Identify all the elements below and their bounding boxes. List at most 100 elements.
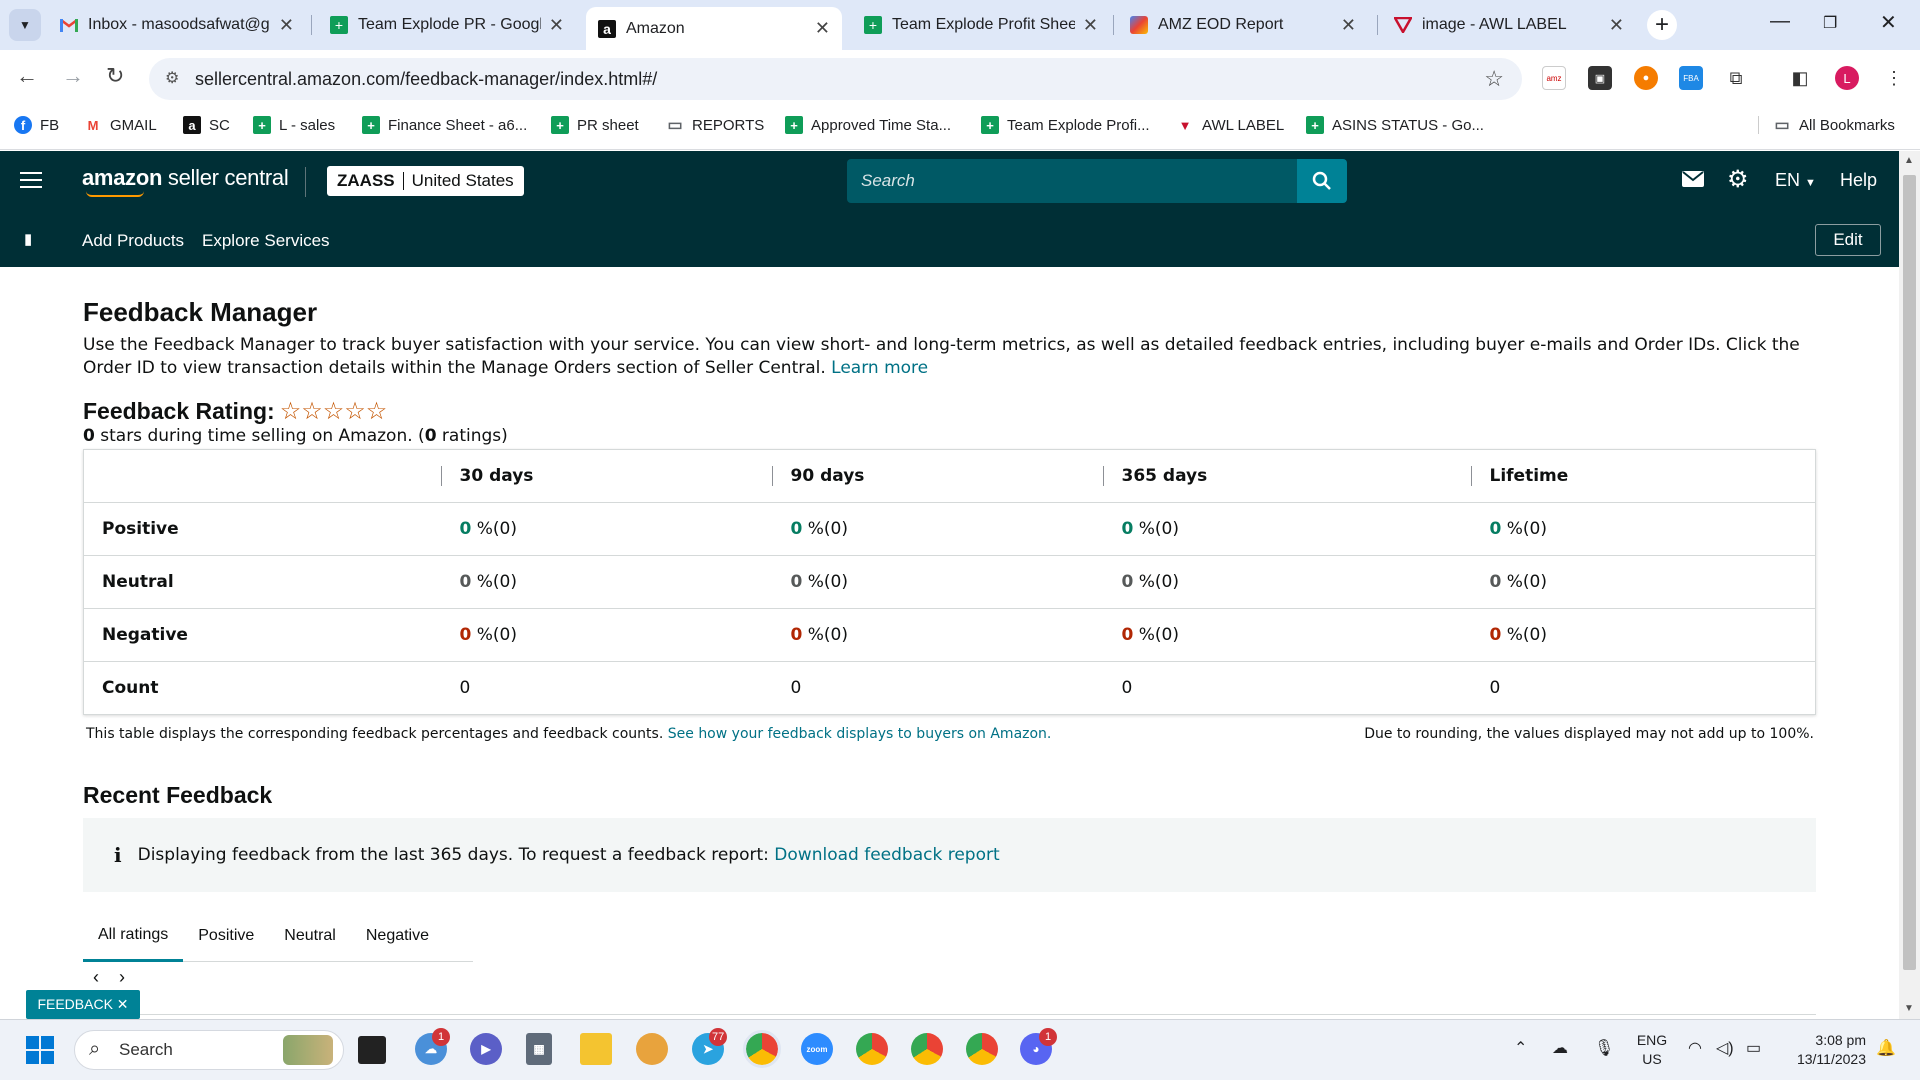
system-clock[interactable]: 3:08 pm 13/11/2023 [1776,1031,1866,1069]
volume-icon[interactable]: ◁) [1716,1038,1734,1058]
learn-more-link[interactable]: Learn more [831,358,928,378]
bookmark-label: SC [209,116,230,134]
settings-gear-icon[interactable]: ⚙ [1727,165,1749,194]
bookmark-star-icon[interactable]: ☆ [1484,66,1504,92]
scrollbar-thumb[interactable] [1903,175,1916,970]
bookmark-fb[interactable]: f FB [14,116,59,134]
bookmark-awl-label[interactable]: ▼ AWL LABEL [1176,116,1285,134]
search-button[interactable] [1297,159,1347,203]
bookmark-approved-time[interactable]: + Approved Time Sta... [785,116,951,134]
mail-icon[interactable] [1682,170,1704,193]
seller-central-logo[interactable]: amazon seller central [82,165,289,197]
browser-tab-amz-eod[interactable]: AMZ EOD Report ✕ [1118,7,1368,43]
feedback-tag-button[interactable]: FEEDBACK ✕ [26,990,140,1019]
zoom-icon[interactable]: zoom [801,1033,833,1065]
close-icon[interactable]: ✕ [279,15,294,36]
profile-avatar[interactable]: L [1835,66,1859,90]
address-bar[interactable]: ⚙ sellercentral.amazon.com/feedback-mana… [149,58,1522,100]
browser-tab-gmail[interactable]: Inbox - masoodsafwat@g ✕ [48,7,306,43]
windows-start-icon[interactable] [26,1036,54,1064]
notification-badge: 1 [1039,1028,1057,1046]
chrome-icon[interactable] [911,1033,943,1065]
reload-button[interactable]: ↻ [106,63,124,89]
close-icon[interactable]: ✕ [1341,15,1356,36]
browser-tab-team-explode-pr[interactable]: + Team Explode PR - Googl ✕ [318,7,576,43]
side-panel-icon[interactable]: ◧ [1788,66,1812,90]
help-link[interactable]: Help [1840,170,1877,191]
new-tab-button[interactable]: + [1647,10,1677,40]
tab-negative[interactable]: Negative [351,910,444,961]
hamburger-menu-icon[interactable] [20,172,42,193]
restore-button[interactable]: ❐ [1823,13,1837,33]
feedback-display-link[interactable]: See how your feedback displays to buyers… [668,726,1052,742]
close-icon[interactable]: ✕ [815,18,830,39]
download-feedback-report-link[interactable]: Download feedback report [774,845,999,865]
task-view-icon[interactable] [358,1036,386,1064]
bookmark-label: AWL LABEL [1202,116,1285,134]
microphone-icon[interactable]: 🎙 [1594,1038,1614,1058]
more-menu-icon[interactable]: ⋮ [1882,66,1906,90]
notification-bell-icon[interactable]: 🔔 [1876,1038,1896,1058]
tab-positive[interactable]: Positive [183,910,269,961]
table-cell: 0 [1102,661,1471,715]
forward-button[interactable]: → [62,63,84,89]
browser-tab-profit-sheet[interactable]: + Team Explode Profit Sheet ✕ [852,7,1110,43]
language-selector[interactable]: EN ▼ [1775,170,1816,191]
scroll-up-icon[interactable]: ▲ [1904,155,1914,166]
browser-tab-awl-label[interactable]: image - AWL LABEL ✕ [1382,7,1636,43]
chrome-icon[interactable] [966,1033,998,1065]
folder-icon: ▭ [667,117,683,134]
wifi-icon[interactable]: ◠ [1688,1038,1702,1058]
window-close-button[interactable]: ✕ [1880,10,1897,35]
page-scrollbar[interactable]: ▲ ▼ [1899,151,1920,1019]
awl-icon [1394,16,1412,34]
chevron-up-icon[interactable]: ⌃ [1514,1038,1527,1058]
keepa-extension-icon[interactable]: ● [1634,66,1658,90]
bookmark-reports[interactable]: ▭ REPORTS [666,116,764,135]
chrome-icon[interactable] [856,1033,888,1065]
bookmark-finance-sheet[interactable]: + Finance Sheet - a6... [362,116,527,134]
feedback-table: 30 days 90 days 365 days Lifetime Positi… [83,449,1816,715]
bookmark-flag-icon[interactable]: ▮ [24,230,32,248]
chevron-left-icon[interactable]: ‹ [93,967,99,987]
battery-icon[interactable]: ▭ [1746,1038,1761,1058]
site-info-icon[interactable]: ⚙ [165,68,179,88]
close-icon[interactable]: ✕ [1609,15,1624,36]
bookmark-pr-sheet[interactable]: + PR sheet [551,116,639,134]
scroll-down-icon[interactable]: ▼ [1904,1003,1914,1014]
tab-search-button[interactable]: ▼ [9,9,41,41]
teams-meet-icon[interactable]: ▶ [470,1033,502,1065]
bookmark-l-sales[interactable]: + L - sales [253,116,335,134]
file-explorer-icon[interactable] [580,1033,612,1065]
browser-tab-amazon[interactable]: a Amazon ✕ [586,7,842,50]
bookmark-asins-status[interactable]: + ASINS STATUS - Go... [1306,116,1484,134]
onedrive-icon[interactable]: ☁ [1552,1038,1568,1058]
bookmark-sc[interactable]: a SC [183,116,230,134]
taskbar-search[interactable]: ⌕ Search [74,1030,344,1070]
bookmark-team-explode[interactable]: + Team Explode Profi... [981,116,1150,134]
nav-add-products[interactable]: Add Products [82,231,184,251]
chevron-right-icon[interactable]: › [119,967,125,987]
app-icon[interactable] [636,1033,668,1065]
all-bookmarks[interactable]: ▭ All Bookmarks [1758,116,1895,134]
close-icon[interactable]: ✕ [549,15,564,36]
search-input[interactable]: Search [847,159,1297,203]
calculator-icon[interactable]: ▦ [526,1033,552,1065]
language-indicator[interactable]: ENG US [1636,1031,1668,1069]
tab-all-ratings[interactable]: All ratings [83,910,184,962]
edit-nav-button[interactable]: Edit [1815,224,1881,256]
minimize-button[interactable]: — [1770,10,1790,33]
close-icon[interactable]: ✕ [1083,15,1098,36]
chrome-icon[interactable] [743,1030,781,1068]
tab-neutral[interactable]: Neutral [269,910,351,961]
tab-divider [311,15,312,35]
logo-text: seller central [162,165,289,190]
account-switcher[interactable]: ZAASS United States [327,166,524,196]
puzzle-icon[interactable]: ⧉ [1724,66,1748,90]
bookmark-gmail[interactable]: M GMAIL [84,116,157,134]
camera-extension-icon[interactable]: ▣ [1588,66,1612,90]
fba-extension-icon[interactable]: FBA [1679,66,1703,90]
extension-icon[interactable]: amz [1542,66,1566,90]
back-button[interactable]: ← [16,63,38,89]
nav-explore-services[interactable]: Explore Services [202,231,330,251]
